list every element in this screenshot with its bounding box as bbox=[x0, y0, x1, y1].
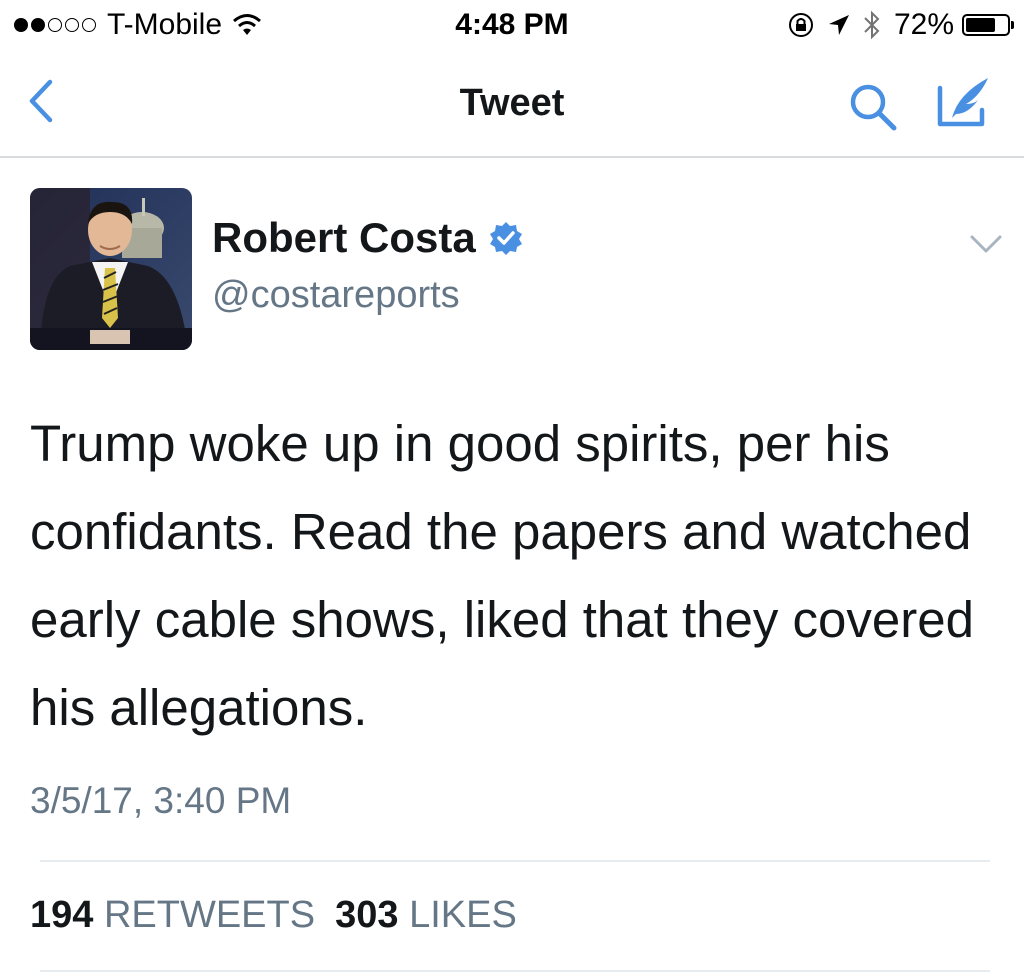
tweet-timestamp: 3/5/17, 3:40 PM bbox=[30, 780, 292, 821]
divider bbox=[40, 860, 990, 862]
author-photo bbox=[30, 188, 192, 350]
search-icon[interactable] bbox=[846, 80, 900, 134]
battery-icon bbox=[962, 14, 1014, 36]
retweet-count: 194 bbox=[30, 894, 94, 936]
retweets-label: RETWEETS bbox=[103, 894, 316, 936]
divider bbox=[40, 970, 990, 972]
battery-percent: 72% bbox=[893, 8, 954, 41]
status-indicators: 72% bbox=[786, 8, 1014, 42]
author-handle[interactable]: @costareports bbox=[212, 274, 460, 317]
chevron-down-icon[interactable] bbox=[968, 232, 1004, 256]
location-arrow-icon bbox=[828, 15, 849, 35]
likes-stat[interactable]: 303 LIKES bbox=[335, 894, 517, 936]
retweets-stat[interactable]: 194 RETWEETS bbox=[30, 894, 315, 936]
like-count: 303 bbox=[335, 894, 399, 936]
compose-tweet-icon[interactable] bbox=[932, 74, 996, 132]
likes-label: LIKES bbox=[409, 894, 517, 936]
battery-fill bbox=[966, 18, 995, 32]
tweet-text: Trump woke up in good spirits, per his c… bbox=[30, 415, 974, 736]
orientation-lock-icon bbox=[788, 13, 813, 37]
author-name: Robert Costa bbox=[212, 214, 476, 261]
tweet-stats: 194 RETWEETS 303 LIKES bbox=[30, 894, 517, 937]
author-name-group[interactable]: Robert Costa bbox=[212, 214, 524, 262]
status-bar: T-Mobile 4:48 PM 72% bbox=[0, 0, 1024, 52]
navigation-bar: Tweet bbox=[0, 52, 1024, 158]
bluetooth-icon bbox=[864, 10, 880, 40]
verified-badge-icon bbox=[489, 222, 522, 255]
avatar[interactable] bbox=[30, 188, 192, 350]
